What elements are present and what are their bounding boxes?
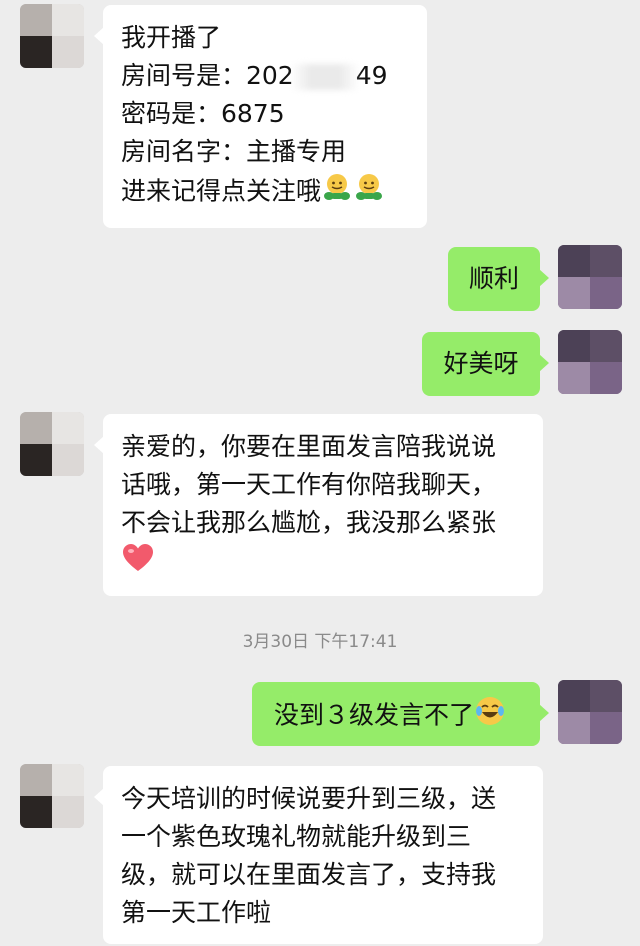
message-text-line: 密码是：6875	[121, 99, 285, 128]
room-number-visible-start: 房间号是：202	[121, 61, 294, 90]
message-text-line: 第一天工作啦	[121, 898, 272, 927]
message-text-line: 房间号是：202 49	[121, 57, 409, 95]
chat-screen: { "messages": [ { "side": "left", "lines…	[0, 0, 640, 946]
contact-avatar[interactable]	[20, 4, 84, 68]
message-bubble-sent[interactable]: 没到３级发言不了	[252, 682, 549, 746]
my-avatar[interactable]	[558, 330, 622, 394]
contact-avatar[interactable]	[20, 764, 84, 828]
message-text: 进来记得点关注哦	[121, 176, 322, 206]
hug-emoji-icon	[321, 171, 353, 214]
message-text-line: 亲爱的，你要在里面发言陪我说说	[121, 432, 497, 461]
my-avatar[interactable]	[558, 245, 622, 309]
bubble-tail	[539, 354, 549, 372]
message-text: 好美呀	[443, 349, 519, 378]
message-bubble-sent[interactable]: 好美呀	[422, 332, 549, 396]
message-bubble-received[interactable]: 亲爱的，你要在里面发言陪我说说 话哦，第一天工作有你陪我聊天， 不会让我那么尴尬…	[94, 414, 543, 596]
bubble-tail	[94, 788, 104, 806]
message-bubble-sent[interactable]: 顺利	[448, 247, 549, 311]
message-text-line: 话哦，第一天工作有你陪我聊天，	[121, 470, 497, 499]
message-text-line: 房间名字：主播专用	[121, 137, 347, 166]
my-avatar[interactable]	[558, 680, 622, 744]
hug-emoji-icon	[353, 171, 385, 214]
message-bubble-received[interactable]: 我开播了 房间号是：202 49 密码是：6875 房间名字：主播专用 进来记得点…	[94, 5, 427, 228]
laughing-crying-emoji-icon	[474, 695, 506, 738]
message-text: 顺利	[468, 264, 519, 293]
message-text-line: 级，就可以在里面发言了，支持我	[121, 860, 497, 889]
bubble-tail	[94, 436, 104, 454]
message-text-line: 一个紫色玫瑰礼物就能升级到三	[121, 822, 472, 851]
room-number-visible-end: 49	[355, 61, 388, 90]
bubble-tail	[539, 269, 549, 287]
message-text-line: 我开播了	[121, 23, 222, 52]
redacted-blur	[289, 64, 360, 90]
message-text-line: 进来记得点关注哦	[121, 171, 409, 214]
heart-emoji-icon	[121, 542, 155, 585]
bubble-tail	[94, 27, 104, 45]
timestamp: 3月30日 下午17:41	[242, 632, 398, 652]
contact-avatar[interactable]	[20, 412, 84, 476]
message-bubble-received[interactable]: 今天培训的时候说要升到三级，送 一个紫色玫瑰礼物就能升级到三 级，就可以在里面发…	[94, 766, 543, 944]
message-text-line: 今天培训的时候说要升到三级，送	[121, 784, 497, 813]
message-text-line	[121, 542, 525, 585]
message-text-line: 不会让我那么尴尬，我没那么紧张	[121, 508, 497, 537]
message-text: 没到３级发言不了	[274, 700, 475, 730]
bubble-tail	[539, 704, 549, 722]
